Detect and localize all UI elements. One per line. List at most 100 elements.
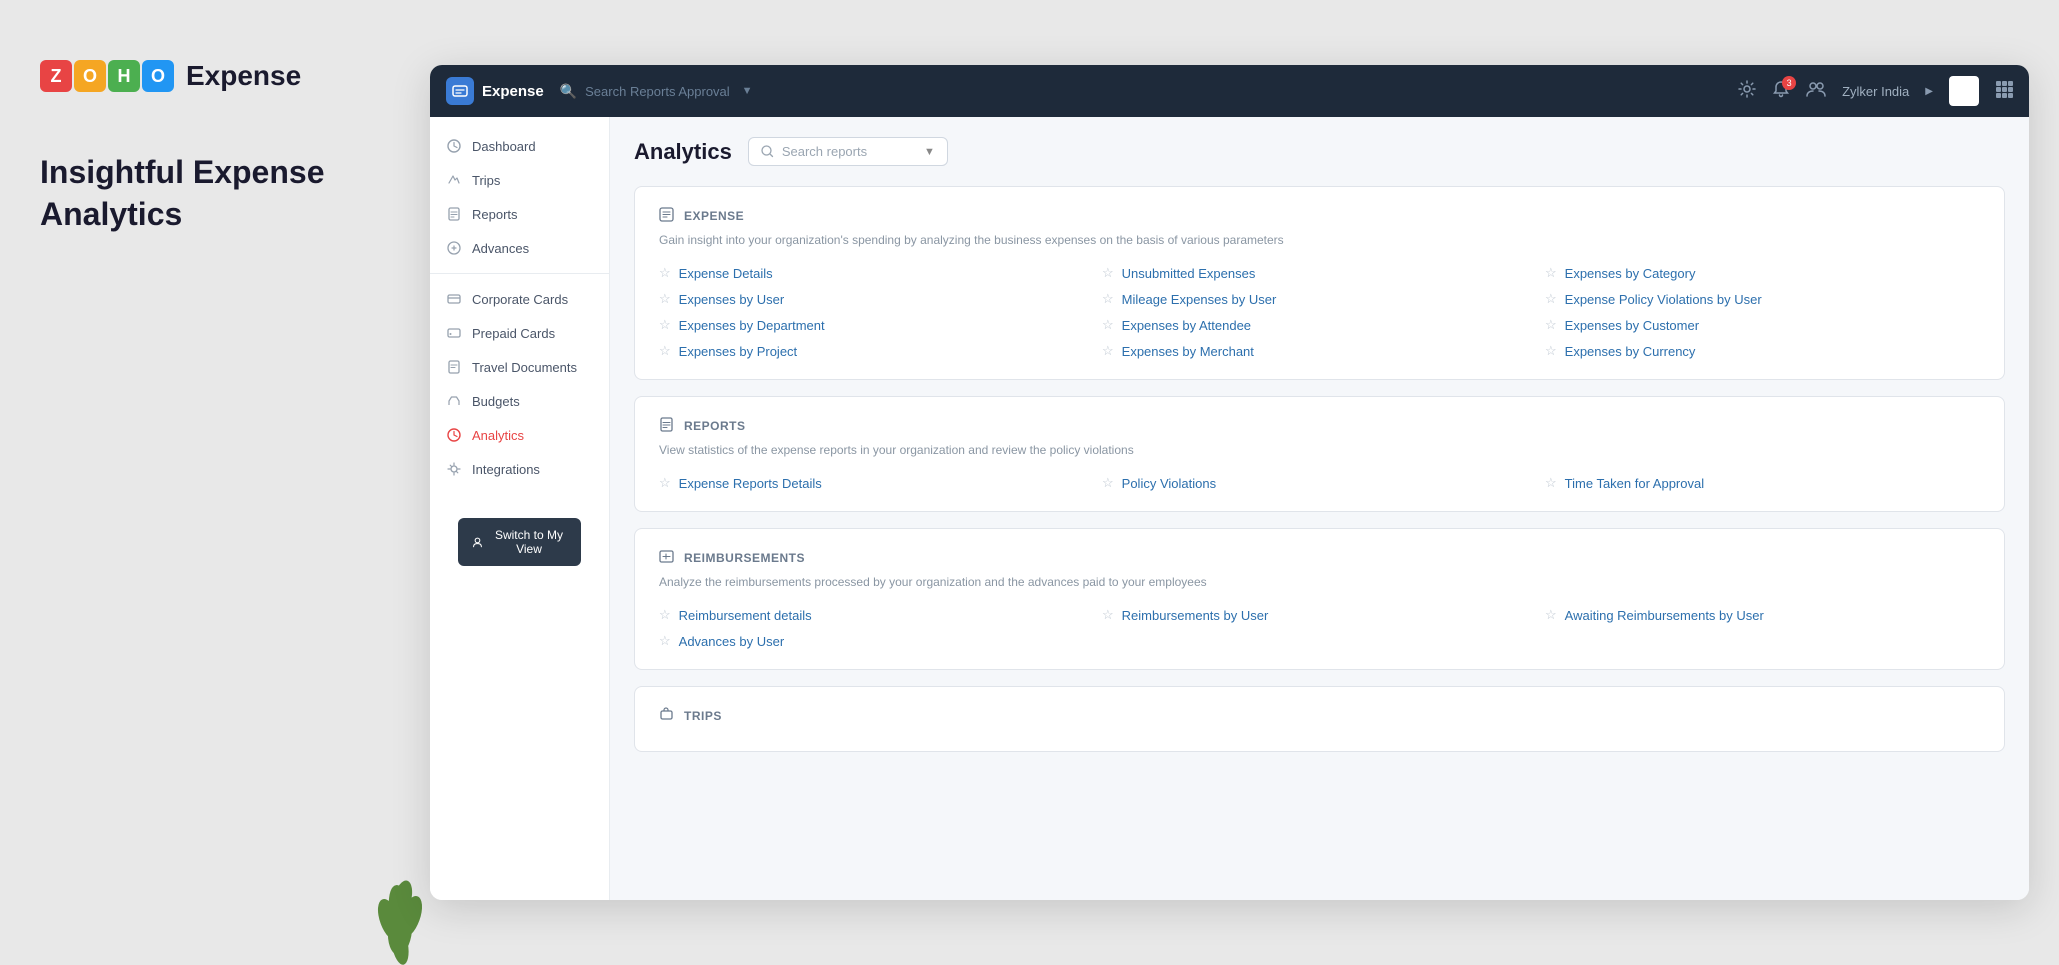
link-unsubmitted-expenses[interactable]: ☆ Unsubmitted Expenses <box>1102 265 1537 281</box>
link-advances-by-user[interactable]: ☆ Advances by User <box>659 633 1094 649</box>
sidebar-item-analytics[interactable]: Analytics <box>430 418 609 452</box>
search-dropdown-arrow: ▼ <box>924 146 935 158</box>
zoho-logo: Z O H O Expense <box>40 60 390 92</box>
sidebar-item-budgets[interactable]: Budgets <box>430 384 609 418</box>
letter-z: Z <box>40 60 72 92</box>
sidebar-item-dashboard[interactable]: Dashboard <box>430 129 609 163</box>
sidebar-item-advances[interactable]: Advances <box>430 231 609 265</box>
star-icon[interactable]: ☆ <box>1102 291 1114 307</box>
integrations-icon <box>446 461 462 477</box>
link-text: Expenses by Attendee <box>1122 318 1251 333</box>
reimbursements-section-title: REIMBURSEMENTS <box>684 551 805 565</box>
link-text: Time Taken for Approval <box>1565 476 1704 491</box>
star-icon[interactable]: ☆ <box>659 475 671 491</box>
reports-section: REPORTS View statistics of the expense r… <box>634 396 2005 512</box>
dashboard-label: Dashboard <box>472 139 536 154</box>
nav-search[interactable]: 🔍 Search Reports Approval ▼ <box>560 83 1722 100</box>
star-icon[interactable]: ☆ <box>1102 265 1114 281</box>
trips-label: Trips <box>472 173 500 188</box>
star-icon[interactable]: ☆ <box>1545 291 1557 307</box>
expense-section-icon <box>659 207 674 225</box>
reimbursements-section-header: REIMBURSEMENTS <box>659 549 1980 567</box>
link-expenses-by-merchant[interactable]: ☆ Expenses by Merchant <box>1102 343 1537 359</box>
grid-icon[interactable] <box>1995 80 2013 103</box>
star-icon[interactable]: ☆ <box>1545 343 1557 359</box>
star-icon[interactable]: ☆ <box>1545 317 1557 333</box>
top-nav: Expense 🔍 Search Reports Approval ▼ 3 <box>430 65 2029 117</box>
sidebar-divider-1 <box>430 273 609 274</box>
link-policy-violations[interactable]: ☆ Policy Violations <box>1102 475 1537 491</box>
link-expenses-by-user[interactable]: ☆ Expenses by User <box>659 291 1094 307</box>
star-icon[interactable]: ☆ <box>659 265 671 281</box>
star-icon[interactable]: ☆ <box>659 317 671 333</box>
search-reports-input[interactable]: Search reports ▼ <box>748 137 948 166</box>
star-icon[interactable]: ☆ <box>659 291 671 307</box>
star-icon[interactable]: ☆ <box>1545 265 1557 281</box>
trips-section-header: TRIPS <box>659 707 1980 725</box>
budgets-icon <box>446 393 462 409</box>
avatar[interactable] <box>1949 76 1979 106</box>
sidebar-item-travel-documents[interactable]: Travel Documents <box>430 350 609 384</box>
star-icon[interactable]: ☆ <box>1102 343 1114 359</box>
expense-links-grid: ☆ Expense Details ☆ Unsubmitted Expenses… <box>659 265 1980 359</box>
link-reimbursements-by-user[interactable]: ☆ Reimbursements by User <box>1102 607 1537 623</box>
sidebar-item-corporate-cards[interactable]: Corporate Cards <box>430 282 609 316</box>
link-mileage-expenses[interactable]: ☆ Mileage Expenses by User <box>1102 291 1537 307</box>
link-text: Expenses by Department <box>679 318 825 333</box>
switch-view-label: Switch to My View <box>491 528 567 556</box>
sidebar-item-trips[interactable]: Trips <box>430 163 609 197</box>
star-icon[interactable]: ☆ <box>1102 317 1114 333</box>
notifications-icon[interactable]: 3 <box>1772 80 1790 103</box>
reports-section-title: REPORTS <box>684 419 746 433</box>
org-name[interactable]: Zylker India <box>1842 84 1909 99</box>
star-icon[interactable]: ☆ <box>1102 607 1114 623</box>
reimbursements-section: REIMBURSEMENTS Analyze the reimbursement… <box>634 528 2005 670</box>
dashboard-icon <box>446 138 462 154</box>
content-area: Analytics Search reports ▼ EXPENSE <box>610 117 2029 900</box>
advances-label: Advances <box>472 241 529 256</box>
link-expenses-by-project[interactable]: ☆ Expenses by Project <box>659 343 1094 359</box>
sidebar-item-prepaid-cards[interactable]: Prepaid Cards <box>430 316 609 350</box>
switch-view-button[interactable]: Switch to My View <box>458 518 581 566</box>
link-text: Expenses by Project <box>679 344 798 359</box>
star-icon[interactable]: ☆ <box>1102 475 1114 491</box>
link-expense-reports-details[interactable]: ☆ Expense Reports Details <box>659 475 1094 491</box>
star-icon[interactable]: ☆ <box>1545 607 1557 623</box>
reports-icon <box>446 206 462 222</box>
reimbursements-links-grid: ☆ Reimbursement details ☆ Reimbursements… <box>659 607 1980 649</box>
star-icon[interactable]: ☆ <box>659 607 671 623</box>
star-icon[interactable]: ☆ <box>659 633 671 649</box>
sidebar-item-integrations[interactable]: Integrations <box>430 452 609 486</box>
star-icon[interactable]: ☆ <box>659 343 671 359</box>
nav-right-icons: 3 Zylker India ▶ <box>1738 76 2013 106</box>
expense-section-desc: Gain insight into your organization's sp… <box>659 231 1980 249</box>
star-icon[interactable]: ☆ <box>1545 475 1557 491</box>
link-expenses-by-attendee[interactable]: ☆ Expenses by Attendee <box>1102 317 1537 333</box>
link-time-taken-approval[interactable]: ☆ Time Taken for Approval <box>1545 475 1980 491</box>
trips-section-title: TRIPS <box>684 709 722 723</box>
reports-section-header: REPORTS <box>659 417 1980 435</box>
link-text: Expense Policy Violations by User <box>1565 292 1762 307</box>
link-awaiting-reimbursements[interactable]: ☆ Awaiting Reimbursements by User <box>1545 607 1980 623</box>
expense-section-header: EXPENSE <box>659 207 1980 225</box>
link-expenses-by-customer[interactable]: ☆ Expenses by Customer <box>1545 317 1980 333</box>
link-expense-policy-violations[interactable]: ☆ Expense Policy Violations by User <box>1545 291 1980 307</box>
link-expense-details[interactable]: ☆ Expense Details <box>659 265 1094 281</box>
zoho-letters: Z O H O <box>40 60 174 92</box>
main-area: Dashboard Trips Reports Advances <box>430 117 2029 900</box>
nav-logo-text: Expense <box>482 83 544 100</box>
sidebar-item-reports[interactable]: Reports <box>430 197 609 231</box>
link-reimbursement-details[interactable]: ☆ Reimbursement details <box>659 607 1094 623</box>
link-text: Reimbursements by User <box>1122 608 1269 623</box>
notification-badge: 3 <box>1782 76 1796 90</box>
link-expenses-by-category[interactable]: ☆ Expenses by Category <box>1545 265 1980 281</box>
link-text: Expense Reports Details <box>679 476 822 491</box>
travel-documents-label: Travel Documents <box>472 360 577 375</box>
users-icon[interactable] <box>1806 80 1826 103</box>
link-expenses-by-currency[interactable]: ☆ Expenses by Currency <box>1545 343 1980 359</box>
link-expenses-by-department[interactable]: ☆ Expenses by Department <box>659 317 1094 333</box>
expense-section-title: EXPENSE <box>684 209 744 223</box>
settings-icon[interactable] <box>1738 80 1756 103</box>
link-text: Awaiting Reimbursements by User <box>1565 608 1764 623</box>
trips-icon <box>446 172 462 188</box>
